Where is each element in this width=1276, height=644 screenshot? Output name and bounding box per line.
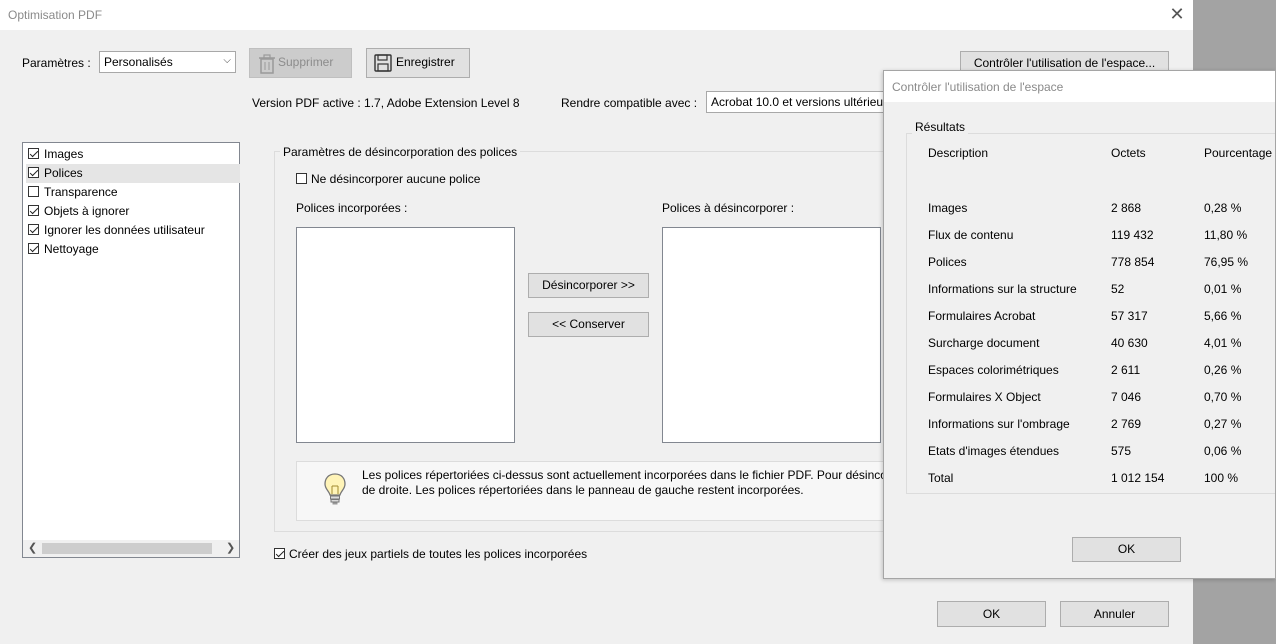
title-bar: Optimisation PDF ✕ bbox=[0, 0, 1193, 30]
results-table: Description Octets Pourcentage Images 2 8… bbox=[884, 71, 1275, 491]
row-bytes: 1 012 154 bbox=[1111, 471, 1165, 485]
font-unembed-group-title: Paramètres de désincorporation des polic… bbox=[280, 145, 521, 159]
row-percentage: 100 % bbox=[1204, 471, 1239, 485]
row-percentage: 4,01 % bbox=[1204, 336, 1242, 350]
subset-fonts-checkbox[interactable] bbox=[274, 548, 285, 560]
settings-category-list: Images Polices Transparence Objets à ign… bbox=[22, 142, 240, 558]
row-percentage: 0,70 % bbox=[1204, 390, 1242, 404]
nav-checkbox[interactable] bbox=[28, 148, 39, 160]
row-bytes: 119 432 bbox=[1111, 228, 1154, 242]
row-bytes: 2 769 bbox=[1111, 417, 1142, 431]
scrollbar-thumb[interactable] bbox=[42, 543, 212, 554]
preset-value: Personalisés bbox=[104, 55, 173, 69]
row-percentage: 0,28 % bbox=[1204, 201, 1242, 215]
row-percentage: 0,01 % bbox=[1204, 282, 1242, 296]
unembed-fonts-list[interactable] bbox=[662, 227, 881, 443]
row-description: Total bbox=[928, 471, 954, 485]
nav-item-label: Images bbox=[44, 147, 84, 161]
row-bytes: 778 854 bbox=[1111, 255, 1155, 269]
no-unembed-checkbox[interactable] bbox=[296, 173, 307, 185]
header-bytes: Octets bbox=[1111, 146, 1146, 160]
row-bytes: 2 611 bbox=[1111, 363, 1141, 377]
close-icon[interactable]: ✕ bbox=[1167, 4, 1187, 24]
info-text-line-2: de droite. Les polices répertoriées dans… bbox=[362, 483, 804, 497]
subset-fonts-option[interactable]: Créer des jeux partiels de toutes les po… bbox=[274, 547, 587, 561]
keep-button[interactable]: << Conserver bbox=[528, 312, 649, 337]
nav-item-label: Objets à ignorer bbox=[44, 204, 130, 218]
nav-item-discard-user-data[interactable]: Ignorer les données utilisateur bbox=[28, 221, 238, 240]
unembed-fonts-label: Polices à désincorporer : bbox=[662, 201, 795, 215]
save-label: Enregistrer bbox=[396, 55, 455, 69]
nav-checkbox[interactable] bbox=[28, 243, 39, 255]
row-description: Formulaires Acrobat bbox=[928, 309, 1036, 323]
row-percentage: 5,66 % bbox=[1204, 309, 1242, 323]
row-description: Polices bbox=[928, 255, 967, 269]
compat-value: Acrobat 10.0 et versions ultérieures bbox=[711, 95, 900, 109]
nav-item-discard-objects[interactable]: Objets à ignorer bbox=[28, 202, 238, 221]
row-percentage: 11,80 % bbox=[1204, 228, 1248, 242]
row-percentage: 0,26 % bbox=[1204, 363, 1242, 377]
cancel-button[interactable]: Annuler bbox=[1060, 601, 1169, 627]
embedded-fonts-list[interactable] bbox=[296, 227, 515, 443]
row-bytes: 7 046 bbox=[1111, 390, 1142, 404]
nav-checkbox[interactable] bbox=[28, 205, 39, 217]
row-bytes: 57 317 bbox=[1111, 309, 1148, 323]
row-bytes: 40 630 bbox=[1111, 336, 1148, 350]
chevron-down-icon: ⌵ bbox=[223, 55, 231, 66]
row-bytes: 575 bbox=[1111, 444, 1132, 458]
subset-fonts-label: Créer des jeux partiels de toutes les po… bbox=[289, 547, 588, 561]
save-button[interactable]: Enregistrer bbox=[366, 48, 470, 78]
window-title: Optimisation PDF bbox=[8, 8, 103, 22]
nav-item-fonts[interactable]: Polices bbox=[26, 164, 240, 183]
row-bytes: 52 bbox=[1111, 282, 1125, 296]
no-unembed-option[interactable]: Ne désincorporer aucune police bbox=[296, 172, 480, 186]
nav-item-transparency[interactable]: Transparence bbox=[28, 183, 238, 202]
trash-icon bbox=[259, 54, 275, 74]
floppy-disk-icon bbox=[374, 54, 392, 72]
row-description: Images bbox=[928, 201, 968, 215]
space-usage-dialog: Contrôler l'utilisation de l'espace Résu… bbox=[883, 70, 1276, 579]
row-description: Formulaires X Object bbox=[928, 390, 1041, 404]
row-description: Espaces colorimétriques bbox=[928, 363, 1059, 377]
horizontal-scrollbar[interactable]: ❮ ❯ bbox=[23, 540, 239, 557]
delete-button[interactable]: Supprimer bbox=[249, 48, 352, 78]
row-bytes: 2 868 bbox=[1111, 201, 1142, 215]
row-percentage: 0,06 % bbox=[1204, 444, 1242, 458]
nav-item-label: Ignorer les données utilisateur bbox=[44, 223, 205, 237]
space-ok-button[interactable]: OK bbox=[1072, 537, 1181, 562]
nav-checkbox[interactable] bbox=[28, 224, 39, 236]
nav-item-label: Polices bbox=[44, 166, 83, 180]
info-text-line-1: Les polices répertoriées ci-dessus sont … bbox=[362, 468, 906, 482]
params-label: Paramètres : bbox=[22, 56, 91, 70]
ok-button[interactable]: OK bbox=[937, 601, 1046, 627]
chevron-right-icon[interactable]: ❯ bbox=[226, 541, 235, 554]
nav-item-cleanup[interactable]: Nettoyage bbox=[28, 240, 238, 259]
lightbulb-icon bbox=[324, 473, 346, 505]
compat-select[interactable]: Acrobat 10.0 et versions ultérieures bbox=[706, 91, 906, 113]
preset-select[interactable]: Personalisés ⌵ bbox=[99, 51, 236, 73]
row-description: Flux de contenu bbox=[928, 228, 1014, 242]
no-unembed-label: Ne désincorporer aucune police bbox=[311, 172, 481, 186]
row-percentage: 76,95 % bbox=[1204, 255, 1249, 269]
unembed-button[interactable]: Désincorporer >> bbox=[528, 273, 649, 298]
embedded-fonts-label: Polices incorporées : bbox=[296, 201, 408, 215]
compat-label: Rendre compatible avec : bbox=[561, 96, 698, 110]
chevron-left-icon[interactable]: ❮ bbox=[28, 541, 37, 554]
header-percentage: Pourcentage bbox=[1204, 146, 1273, 160]
delete-label: Supprimer bbox=[278, 55, 334, 69]
row-description: Informations sur la structure bbox=[928, 282, 1077, 296]
nav-checkbox[interactable] bbox=[28, 186, 39, 198]
nav-item-label: Nettoyage bbox=[44, 242, 99, 256]
header-description: Description bbox=[928, 146, 989, 160]
nav-item-images[interactable]: Images bbox=[28, 145, 238, 164]
row-description: Informations sur l'ombrage bbox=[928, 417, 1070, 431]
nav-item-label: Transparence bbox=[44, 185, 118, 199]
row-description: Etats d'images étendues bbox=[928, 444, 1060, 458]
info-box: Les polices répertoriées ci-dessus sont … bbox=[296, 461, 906, 521]
pdf-version-text: Version PDF active : 1.7, Adobe Extensio… bbox=[252, 96, 520, 110]
row-description: Surcharge document bbox=[928, 336, 1040, 350]
nav-checkbox[interactable] bbox=[28, 167, 39, 179]
row-percentage: 0,27 % bbox=[1204, 417, 1242, 431]
